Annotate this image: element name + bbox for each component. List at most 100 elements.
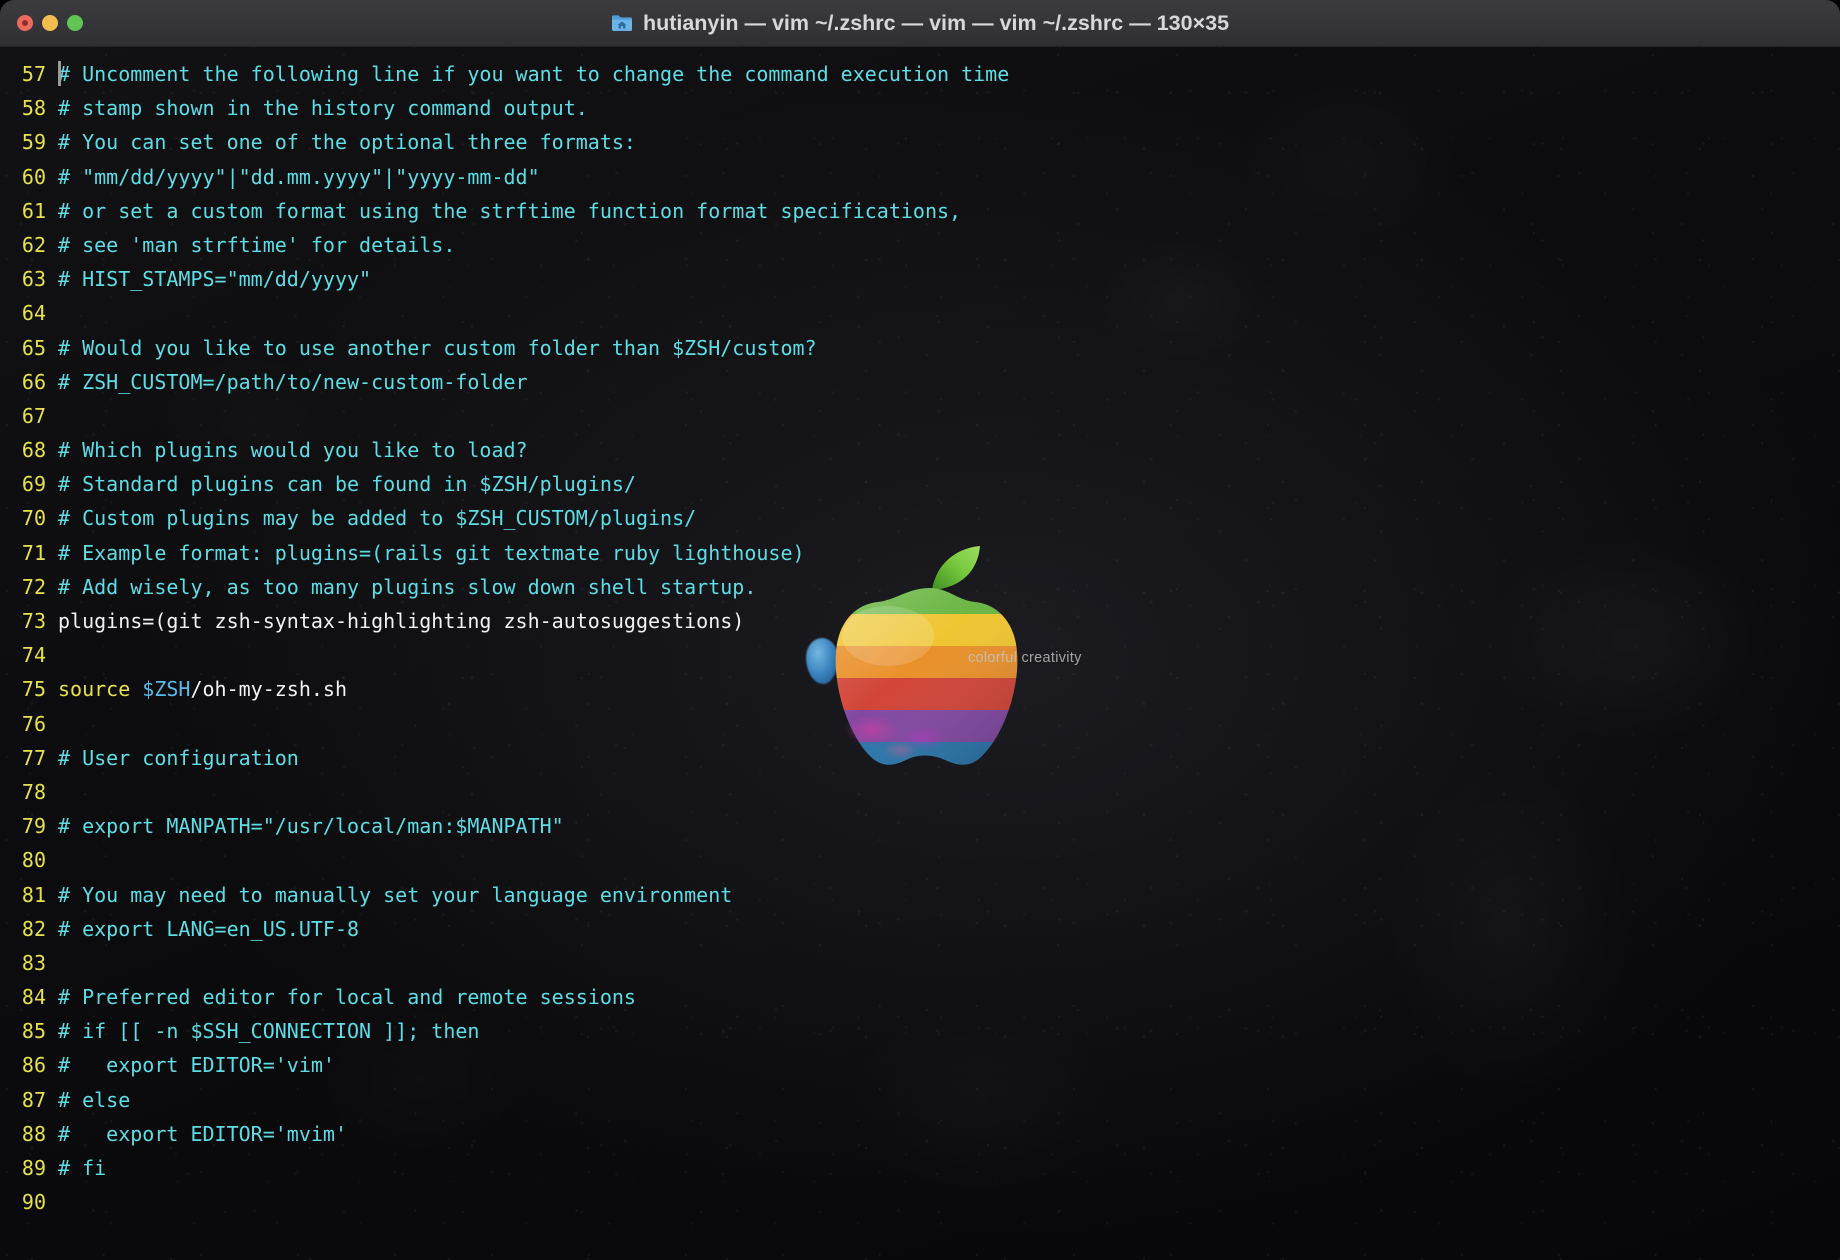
line-number: 87 [21,1087,46,1112]
titlebar-center: hutianyin — vim ~/.zshrc — vim — vim ~/.… [0,11,1840,36]
line-number: 60 [21,164,46,189]
line-number: 78 [21,779,46,804]
code-line[interactable]: 78 [0,775,1840,809]
code-span: # see 'man strftime' for details. [58,232,456,257]
code-line[interactable]: 70 # Custom plugins may be added to $ZSH_… [0,501,1840,535]
code-span: # else [58,1087,131,1112]
code-line[interactable]: 77 # User configuration [0,741,1840,775]
code-line[interactable]: 85 # if [[ -n $SSH_CONNECTION ]]; then [0,1014,1840,1048]
code-span: # Custom plugins may be added to $ZSH_CU… [58,506,697,531]
code-span: # fi [58,1156,107,1180]
code-line[interactable]: 84 # Preferred editor for local and remot… [0,980,1840,1014]
line-number: 89 [21,1156,46,1180]
line-number: 67 [21,403,46,428]
code-line[interactable]: 79 # export MANPATH="/usr/local/man:$MANP… [0,809,1840,843]
code-line[interactable]: 73 plugins=(git zsh-syntax-highlighting z… [0,604,1840,638]
code-span: # export MANPATH="/usr/local/man:$MANPAT… [58,814,564,839]
code-span: # export EDITOR='vim' [58,1053,335,1078]
code-line[interactable]: 59 # You can set one of the optional thre… [0,125,1840,159]
code-line[interactable]: 83 [0,946,1840,980]
line-number: 90 [21,1190,46,1215]
code-span: # or set a custom format using the strft… [58,198,962,223]
code-span: # Standard plugins can be found in $ZSH/… [58,472,636,497]
line-number: 63 [21,267,46,292]
line-number: 85 [21,1019,46,1044]
line-number: 88 [21,1121,46,1146]
code-span: # if [[ -n $SSH_CONNECTION ]]; then [58,1019,480,1044]
line-number: 80 [21,848,46,873]
code-line[interactable]: 60 # "mm/dd/yyyy"|"dd.mm.yyyy"|"yyyy-mm-d… [0,160,1840,194]
code-line[interactable]: 72 # Add wisely, as too many plugins slow… [0,570,1840,604]
code-span: /oh-my-zsh.sh [190,677,348,702]
line-number: 69 [21,472,46,497]
text-cursor [58,61,61,86]
code-span: # Add wisely, as too many plugins slow d… [58,574,757,599]
code-line[interactable]: 62 # see 'man strftime' for details. [0,228,1840,262]
code-line[interactable]: 74 [0,638,1840,672]
line-number: 68 [21,438,46,463]
line-number: 83 [21,950,46,975]
code-line[interactable]: 89 # fi [0,1151,1840,1185]
code-span: # export LANG=en_US.UTF-8 [58,916,360,941]
line-number: 71 [21,540,46,565]
code-line[interactable]: 57 # Uncomment the following line if you … [0,57,1840,91]
code-span: # Which plugins would you like to load? [58,438,528,463]
code-line[interactable]: 76 [0,707,1840,741]
code-line[interactable]: 64 [0,296,1840,330]
line-number: 62 [21,232,46,257]
code-span: $ZSH [142,677,191,702]
code-span: source [58,677,143,702]
code-span: # export EDITOR='mvim' [58,1121,347,1146]
code-line[interactable]: 71 # Example format: plugins=(rails git t… [0,536,1840,570]
line-number: 86 [21,1053,46,1078]
terminal-content[interactable]: 57 # Uncomment the following line if you … [0,47,1840,1260]
line-number: 72 [21,574,46,599]
code-span: # stamp shown in the history command out… [58,96,588,121]
vim-buffer[interactable]: 57 # Uncomment the following line if you … [0,57,1840,1219]
code-line[interactable]: 69 # Standard plugins can be found in $ZS… [0,467,1840,501]
line-number: 61 [21,198,46,223]
window-title: hutianyin — vim ~/.zshrc — vim — vim ~/.… [642,10,1230,35]
code-line[interactable]: 61 # or set a custom format using the str… [0,194,1840,228]
line-number: 66 [21,369,46,394]
code-line[interactable]: 75 source $ZSH/oh-my-zsh.sh [0,672,1840,706]
code-line[interactable]: 86 # export EDITOR='vim' [0,1048,1840,1082]
code-span: # Would you like to use another custom f… [58,335,817,360]
line-number: 59 [21,130,46,155]
minimize-button[interactable] [42,15,58,31]
window-controls[interactable] [17,15,83,31]
line-number: 57 [21,62,46,86]
code-line[interactable]: 82 # export LANG=en_US.UTF-8 [0,912,1840,946]
terminal-window[interactable]: colorful creativity hutianyin — vim ~/.z… [0,0,1840,1260]
code-line[interactable]: 58 # stamp shown in the history command o… [0,91,1840,125]
code-line[interactable]: 67 [0,399,1840,433]
line-number: 58 [21,96,46,121]
code-line[interactable]: 65 # Would you like to use another custom… [0,331,1840,365]
line-number: 75 [21,677,46,702]
line-number: 76 [21,711,46,736]
code-line[interactable]: 80 [0,843,1840,877]
line-number: 82 [21,916,46,941]
code-line[interactable]: 63 # HIST_STAMPS="mm/dd/yyyy" [0,262,1840,296]
code-span: # Example format: plugins=(rails git tex… [58,540,805,565]
code-span: # Uncomment the following line if you wa… [58,62,1010,86]
line-number: 74 [21,643,46,668]
line-number: 73 [21,609,46,633]
line-number: 64 [21,301,46,326]
code-line[interactable]: 88 # export EDITOR='mvim' [0,1117,1840,1151]
code-span: # User configuration [58,745,299,770]
code-span: # "mm/dd/yyyy"|"dd.mm.yyyy"|"yyyy-mm-dd" [58,164,540,189]
code-line[interactable]: 81 # You may need to manually set your la… [0,878,1840,912]
code-span: # ZSH_CUSTOM=/path/to/new-custom-folder [58,369,528,394]
code-line[interactable]: 90 [0,1185,1840,1219]
maximize-button[interactable] [67,15,83,31]
code-span: # HIST_STAMPS="mm/dd/yyyy" [58,267,372,292]
code-line[interactable]: 68 # Which plugins would you like to load… [0,433,1840,467]
line-number: 70 [21,506,46,531]
line-number: 77 [21,745,46,770]
window-titlebar[interactable]: hutianyin — vim ~/.zshrc — vim — vim ~/.… [0,0,1840,47]
close-button[interactable] [17,15,33,31]
code-line[interactable]: 87 # else [0,1083,1840,1117]
code-line[interactable]: 66 # ZSH_CUSTOM=/path/to/new-custom-folde… [0,365,1840,399]
home-folder-icon [611,15,632,31]
